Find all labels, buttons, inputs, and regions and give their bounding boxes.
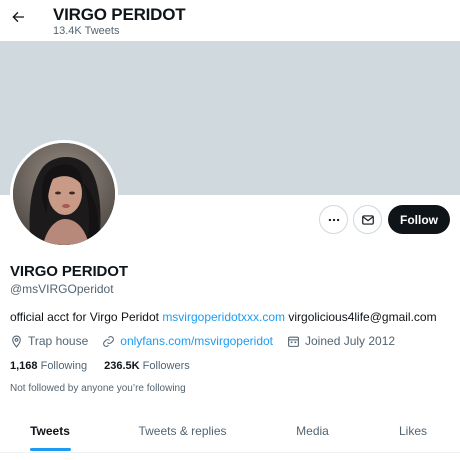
tab-tweets-replies[interactable]: Tweets & replies xyxy=(115,410,250,452)
back-button[interactable] xyxy=(6,5,30,29)
joined-item: Joined July 2012 xyxy=(287,333,395,349)
avatar[interactable] xyxy=(10,140,118,248)
following-count: 1,168 xyxy=(10,360,38,372)
active-tab-indicator xyxy=(30,448,71,451)
followers-count: 236.5K xyxy=(104,360,140,372)
link-icon xyxy=(103,335,115,347)
location-pin-icon xyxy=(12,335,21,348)
profile-bio: official acct for Virgo Peridot msvirgop… xyxy=(10,310,437,325)
follow-button[interactable]: Follow xyxy=(388,205,450,234)
joined-text: Joined July 2012 xyxy=(305,334,396,348)
location-item: Trap house xyxy=(10,333,88,349)
tweet-count: 13.4K Tweets xyxy=(53,25,120,37)
bio-email: virgolicious4life@gmail.com xyxy=(288,310,437,324)
website-item: onlyfans.com/msvirgoperidot xyxy=(102,333,273,349)
bio-link[interactable]: msvirgoperidotxxx.com xyxy=(162,310,285,324)
following-label: Following xyxy=(40,360,88,372)
user-handle: @msVIRGOperidot xyxy=(10,282,114,296)
profile-header: VIRGO PERIDOT 13.4K Tweets xyxy=(0,0,460,41)
follow-stats: 1,168 Following 236.5K Followers xyxy=(10,359,204,373)
calendar-icon xyxy=(288,336,299,347)
more-horizontal-icon xyxy=(328,218,339,221)
following-stat[interactable]: 1,168 Following xyxy=(10,359,87,373)
bio-text: official acct for Virgo Peridot xyxy=(10,310,159,324)
display-name: VIRGO PERIDOT xyxy=(10,263,128,280)
followers-stat[interactable]: 236.5K Followers xyxy=(104,359,190,373)
more-button[interactable] xyxy=(319,205,348,234)
tab-likes[interactable]: Likes xyxy=(370,410,456,452)
arrow-left-icon xyxy=(12,11,24,23)
profile-tabs: Tweets Tweets & replies Media Likes xyxy=(0,410,460,452)
profile-meta: Trap house onlyfans.com/msvirgoperidot J… xyxy=(10,333,409,349)
message-button[interactable] xyxy=(353,205,382,234)
location-text: Trap house xyxy=(28,334,89,348)
envelope-icon xyxy=(361,214,374,225)
avatar-photo xyxy=(13,143,115,245)
tab-tweets[interactable]: Tweets xyxy=(0,410,100,452)
header-title: VIRGO PERIDOT xyxy=(53,5,186,24)
followers-label: Followers xyxy=(142,360,190,372)
tab-media[interactable]: Media xyxy=(270,410,355,452)
website-link[interactable]: onlyfans.com/msvirgoperidot xyxy=(120,333,273,349)
mutuals-note: Not followed by anyone you’re following xyxy=(10,383,186,394)
tabs-divider xyxy=(0,452,460,453)
